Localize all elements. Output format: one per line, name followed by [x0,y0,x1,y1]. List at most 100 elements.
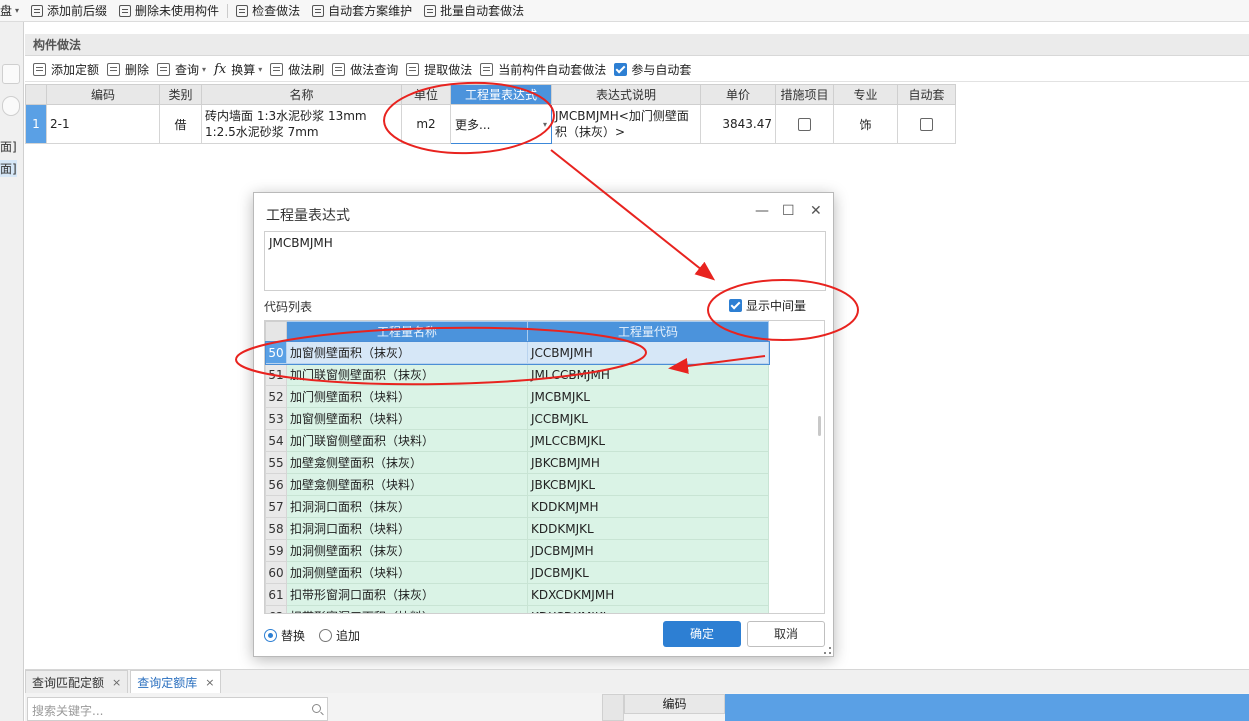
table-row[interactable]: 57 扣洞洞口面积（抹灰） KDDKMJMH [265,495,769,518]
quantity-code[interactable]: JDCBMJKL [527,561,769,584]
quantity-name[interactable]: 加门联窗侧壁面积（块料） [286,429,528,452]
table-row[interactable]: 59 加洞侧壁面积（抹灰） JDCBMJMH [265,539,769,562]
table-row[interactable]: 61 扣带形窗洞口面积（抹灰） KDXCDKMJMH [265,583,769,606]
quantity-code[interactable]: KDDKMJMH [527,495,769,518]
table-row[interactable]: 56 加壁龛侧壁面积（块料） JBKCBMJKL [265,473,769,496]
replace-radio-label[interactable]: 替换 [281,627,305,644]
tab-query-match-quota[interactable]: 查询匹配定额 × [25,670,129,693]
close-icon[interactable]: × [205,676,214,689]
delete-button[interactable]: 删除 [105,58,155,80]
header-specialty[interactable]: 专业 [833,84,898,105]
quantity-name[interactable]: 扣洞洞口面积（块料） [286,517,528,540]
quantity-code[interactable]: JCCBMJKL [527,407,769,430]
left-panel-round-button[interactable] [2,96,20,116]
convert-button[interactable]: fx 换算 ▾ [212,58,268,80]
quantity-code[interactable]: JDCBMJMH [527,539,769,562]
chevron-down-icon[interactable]: ▾ [202,65,206,74]
quantity-code[interactable]: KDDKMJKL [527,517,769,540]
left-panel-button[interactable] [2,64,20,84]
header-category[interactable]: 类别 [159,84,202,105]
quantity-code[interactable]: KDXCDKMJKL [527,605,769,613]
quantity-name[interactable]: 扣洞洞口面积（抹灰） [286,495,528,518]
participate-auto-checkbox[interactable]: 参与自动套 [612,58,697,80]
quantity-code[interactable]: JMLCCBMJMH [527,363,769,386]
grid-header-code[interactable]: 工程量代码 [527,321,769,342]
grid-header-name[interactable]: 工程量名称 [286,321,528,342]
header-price[interactable]: 单价 [700,84,776,105]
quantity-code[interactable]: JBKCBMJMH [527,451,769,474]
quantity-code[interactable]: JBKCBMJKL [527,473,769,496]
close-icon[interactable]: × [112,676,121,689]
add-quota-button[interactable]: 添加定额 [31,58,105,80]
cell-expression-desc[interactable]: JMCBMJMH<加门侧壁面积（抹灰）> [551,104,701,144]
quantity-code[interactable]: KDXCDKMJMH [527,583,769,606]
cell-measure-item[interactable] [775,104,834,144]
delete-unused-components-button[interactable]: 删除未使用构件 [113,0,225,22]
quantity-code[interactable]: JMLCCBMJKL [527,429,769,452]
header-code[interactable]: 编码 [46,84,160,105]
resize-grip-icon[interactable] [824,647,831,654]
table-row[interactable]: 51 加门联窗侧壁面积（抹灰） JMLCCBMJMH [265,363,769,386]
table-row[interactable]: 58 扣洞洞口面积（块料） KDDKMJKL [265,517,769,540]
checkbox-unchecked-icon[interactable] [920,118,933,131]
table-row[interactable]: 62 扣带形窗洞口面积（块料） KDXCDKMJKL [265,605,769,613]
checkbox-checked-icon[interactable] [614,62,628,76]
quantity-name[interactable]: 加窗侧壁面积（抹灰） [286,341,528,364]
check-method-button[interactable]: 检查做法 [230,0,306,22]
checkbox-unchecked-icon[interactable] [798,118,811,131]
cell-unit[interactable]: m2 [401,104,451,144]
extract-method-button[interactable]: 提取做法 [404,58,478,80]
current-auto-apply-button[interactable]: 当前构件自动套做法 [478,58,612,80]
header-unit[interactable]: 单位 [401,84,451,105]
header-name[interactable]: 名称 [201,84,402,105]
quantity-name[interactable]: 加壁龛侧壁面积（抹灰） [286,451,528,474]
append-radio-label[interactable]: 追加 [336,627,360,644]
save-button[interactable]: 存盘 ▾ [0,0,25,22]
cell-specialty[interactable]: 饰 [833,104,898,144]
replace-radio[interactable] [264,629,277,642]
method-query-button[interactable]: 做法查询 [330,58,404,80]
table-row[interactable]: 53 加窗侧壁面积（块料） JCCBMJKL [265,407,769,430]
left-tree-item-selected[interactable]: 面] [0,160,17,177]
chevron-down-icon[interactable]: ▾ [15,6,19,15]
maximize-icon[interactable]: ☐ [782,203,795,219]
grid-scrollbar[interactable] [818,416,821,436]
header-expression-desc[interactable]: 表达式说明 [551,84,701,105]
library-selected-row[interactable] [725,694,1249,721]
quantity-name[interactable]: 扣带形窗洞口面积（抹灰） [286,583,528,606]
table-row[interactable]: 52 加门侧壁面积（块料） JMCBMJKL [265,385,769,408]
code-list-grid[interactable]: 工程量名称 工程量代码 50 加窗侧壁面积（抹灰） JCCBMJMH 51 加门… [264,320,825,614]
show-intermediate-checkbox[interactable]: 显示中间量 [729,297,806,314]
quantity-name[interactable]: 加门联窗侧壁面积（抹灰） [286,363,528,386]
quantity-name[interactable]: 扣带形窗洞口面积（块料） [286,605,528,613]
quantity-code[interactable]: JCCBMJMH [527,341,769,364]
library-header-code[interactable]: 编码 [624,694,725,714]
table-row[interactable]: 1 2-1 借 砖内墙面 1:3水泥砂浆 13mm 1:2.5水泥砂浆 7mm … [25,104,956,144]
quantity-code[interactable]: JMCBMJKL [527,385,769,408]
header-expression[interactable]: 工程量表达式 [450,84,552,105]
quantity-name[interactable]: 加洞侧壁面积（抹灰） [286,539,528,562]
chevron-down-icon[interactable]: ▾ [258,65,262,74]
append-radio[interactable] [319,629,333,642]
search-input[interactable]: 搜索关键字... [27,697,328,721]
tab-query-quota-library[interactable]: 查询定额库 × [130,670,222,693]
cell-price[interactable]: 3843.47 [700,104,776,144]
ok-button[interactable]: 确定 [663,621,741,647]
quantity-name[interactable]: 加壁龛侧壁面积（块料） [286,473,528,496]
table-row[interactable]: 60 加洞侧壁面积（块料） JDCBMJKL [265,561,769,584]
table-row[interactable]: 54 加门联窗侧壁面积（块料） JMLCCBMJKL [265,429,769,452]
cell-category[interactable]: 借 [159,104,202,144]
cell-name[interactable]: 砖内墙面 1:3水泥砂浆 13mm 1:2.5水泥砂浆 7mm [201,104,402,144]
method-brush-button[interactable]: 做法刷 [268,58,330,80]
minimize-icon[interactable]: — [755,203,769,219]
quantity-name[interactable]: 加洞侧壁面积（块料） [286,561,528,584]
chevron-down-icon[interactable]: ▾ [543,120,547,129]
row-number[interactable]: 1 [25,104,47,144]
left-tree-item[interactable]: 面] [0,138,17,155]
header-measure-item[interactable]: 措施项目 [775,84,834,105]
search-icon[interactable] [312,704,321,713]
expression-textarea[interactable]: JMCBMJMH [264,231,826,291]
quantity-name[interactable]: 加窗侧壁面积（块料） [286,407,528,430]
cell-code[interactable]: 2-1 [46,104,160,144]
auto-scheme-maintenance-button[interactable]: 自动套方案维护 [306,0,418,22]
